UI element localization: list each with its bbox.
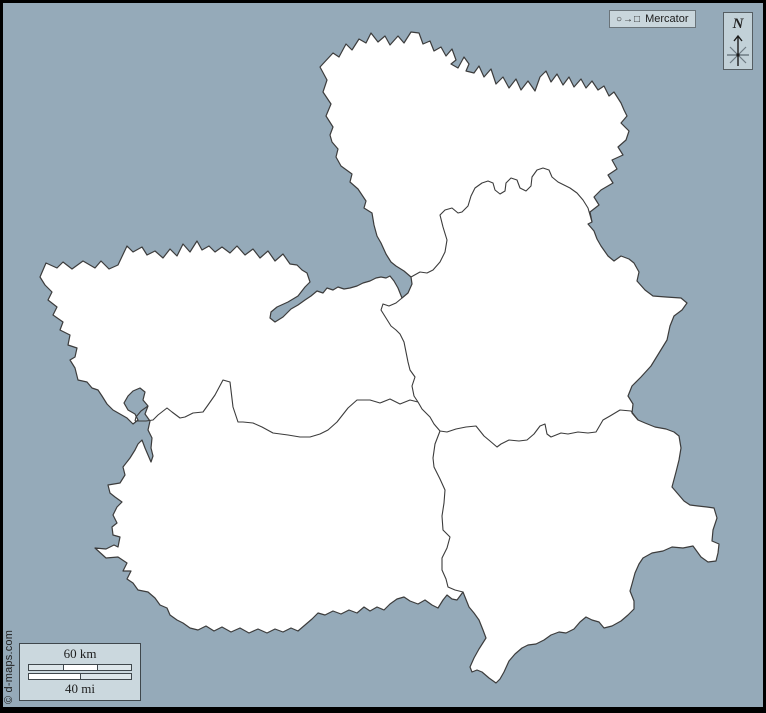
region-landmass bbox=[40, 32, 719, 683]
projection-label: Mercator bbox=[645, 13, 688, 25]
copyright-text: © d-maps.com bbox=[3, 630, 15, 704]
scale-km-segment bbox=[29, 665, 63, 670]
scale-km-segment bbox=[97, 665, 131, 670]
scale-mi-label: 40 mi bbox=[65, 681, 95, 697]
scale-km-bar bbox=[28, 664, 132, 671]
map-canvas: ○→□ Mercator N 60 km 40 mi © d-maps.com bbox=[0, 0, 766, 713]
scale-box: 60 km 40 mi bbox=[19, 643, 141, 701]
compass-rose-icon bbox=[724, 33, 752, 69]
outline-map bbox=[0, 0, 766, 713]
scale-mi-bar bbox=[28, 673, 132, 680]
projection-symbol-icon: ○→□ bbox=[616, 14, 641, 25]
compass-box: N bbox=[723, 12, 753, 70]
projection-label-box: ○→□ Mercator bbox=[609, 10, 696, 28]
scale-mi-segment bbox=[29, 674, 80, 679]
scale-km-label: 60 km bbox=[64, 646, 97, 662]
scale-km-segment bbox=[63, 665, 97, 670]
compass-north-label: N bbox=[724, 15, 752, 33]
scale-mi-segment bbox=[80, 674, 131, 679]
